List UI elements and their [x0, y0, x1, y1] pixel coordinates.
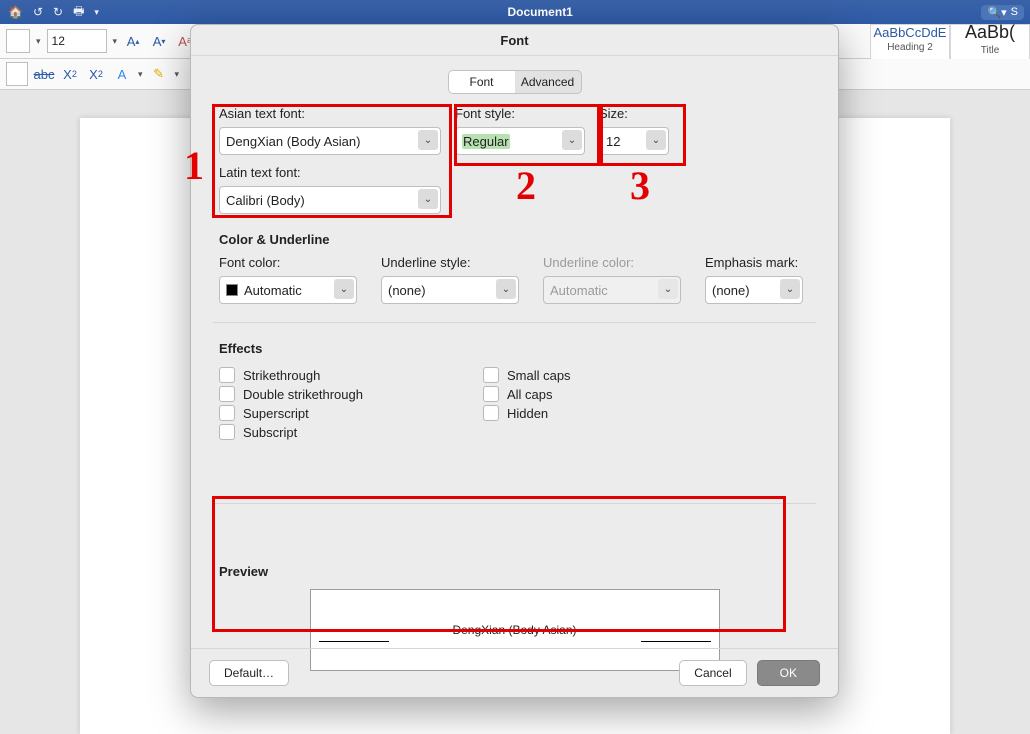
chk-strikethrough[interactable]: Strikethrough [219, 367, 363, 383]
redo-icon[interactable]: ↻ [53, 5, 63, 19]
font-family-dropdown[interactable] [6, 29, 30, 53]
increase-font-icon[interactable]: A▴ [123, 31, 143, 51]
font-color-combo[interactable]: Automatic ⌄ [219, 276, 357, 304]
underline-color-combo: Automatic ⌄ [543, 276, 681, 304]
chk-subscript[interactable]: Subscript [219, 424, 363, 440]
subscript-icon[interactable]: X2 [60, 64, 80, 84]
strikethrough-icon[interactable]: abc [34, 64, 54, 84]
superscript-icon[interactable]: X2 [86, 64, 106, 84]
emphasis-mark-label: Emphasis mark: [705, 255, 805, 270]
highlight-icon[interactable]: ✎ [149, 64, 169, 84]
asian-font-label: Asian text font: [219, 106, 441, 121]
style-title[interactable]: AaBb( Title [950, 24, 1030, 60]
dialog-footer: Default… Cancel OK [191, 648, 838, 697]
chevron-down-icon: ⌄ [334, 279, 354, 299]
dialog-title: Font [191, 25, 838, 56]
effects-heading: Effects [219, 341, 810, 356]
chevron-down-icon: ⌄ [418, 189, 438, 209]
decrease-font-icon[interactable]: A▾ [149, 31, 169, 51]
underline-style-label: Underline style: [381, 255, 519, 270]
style-gallery: AaBbCcDdE Heading 2 AaBb( Title [870, 24, 1030, 58]
undo-icon[interactable]: ↺ [33, 5, 43, 19]
bold-icon[interactable] [6, 62, 28, 86]
chevron-down-icon: ⌄ [646, 130, 666, 150]
color-underline-heading: Color & Underline [219, 232, 810, 247]
search-icon: 🔍▾ [987, 6, 1006, 19]
preview-text: DengXian (Body Asian) [452, 623, 576, 637]
tab-control: Font Advanced [448, 70, 582, 94]
size-label: Size: [599, 106, 669, 121]
font-style-label: Font style: [455, 106, 585, 121]
style-heading2[interactable]: AaBbCcDdE Heading 2 [870, 24, 950, 60]
chk-double-strikethrough[interactable]: Double strikethrough [219, 386, 363, 402]
qat-more-icon[interactable]: ▾ [94, 7, 99, 18]
chevron-down-icon: ⌄ [496, 279, 516, 299]
search-hint: S [1011, 6, 1018, 18]
chk-all-caps[interactable]: All caps [483, 386, 571, 402]
latin-font-combo[interactable]: Calibri (Body) ⌄ [219, 186, 441, 214]
chk-hidden[interactable]: Hidden [483, 405, 571, 421]
emphasis-mark-combo[interactable]: (none) ⌄ [705, 276, 803, 304]
chk-small-caps[interactable]: Small caps [483, 367, 571, 383]
document-title: Document1 [99, 5, 982, 19]
font-size-dropdown[interactable]: 12 [47, 29, 107, 53]
latin-font-label: Latin text font: [219, 165, 441, 180]
cancel-button[interactable]: Cancel [679, 660, 746, 686]
chevron-down-icon: ⌄ [780, 279, 800, 299]
asian-font-combo[interactable]: DengXian (Body Asian) ⌄ [219, 127, 441, 155]
default-button[interactable]: Default… [209, 660, 289, 686]
ok-button[interactable]: OK [757, 660, 820, 686]
text-effects-icon[interactable]: A [112, 64, 132, 84]
print-icon[interactable]: 🖶 [73, 2, 84, 23]
tab-advanced[interactable]: Advanced [515, 71, 581, 93]
font-style-combo[interactable]: Regular ⌄ [455, 127, 585, 155]
chevron-down-icon: ⌄ [562, 130, 582, 150]
font-color-label: Font color: [219, 255, 357, 270]
preview-heading: Preview [219, 564, 810, 579]
size-combo[interactable]: 12 ⌄ [599, 127, 669, 155]
underline-style-combo[interactable]: (none) ⌄ [381, 276, 519, 304]
chk-superscript[interactable]: Superscript [219, 405, 363, 421]
search-box[interactable]: 🔍▾ S [981, 5, 1024, 20]
tab-font[interactable]: Font [449, 71, 515, 93]
font-dialog: Font Font Advanced Asian text font: Deng… [190, 24, 839, 698]
chevron-down-icon: ⌄ [418, 130, 438, 150]
app-window: 🏠 ↺ ↻ 🖶 ▾ Document1 🔍▾ S ▾ 12▾ A▴ A▾ Aᵃ … [0, 0, 1030, 734]
title-bar: 🏠 ↺ ↻ 🖶 ▾ Document1 🔍▾ S [0, 0, 1030, 24]
underline-color-label: Underline color: [543, 255, 681, 270]
chevron-down-icon: ⌄ [658, 279, 678, 299]
home-icon[interactable]: 🏠 [8, 5, 23, 19]
